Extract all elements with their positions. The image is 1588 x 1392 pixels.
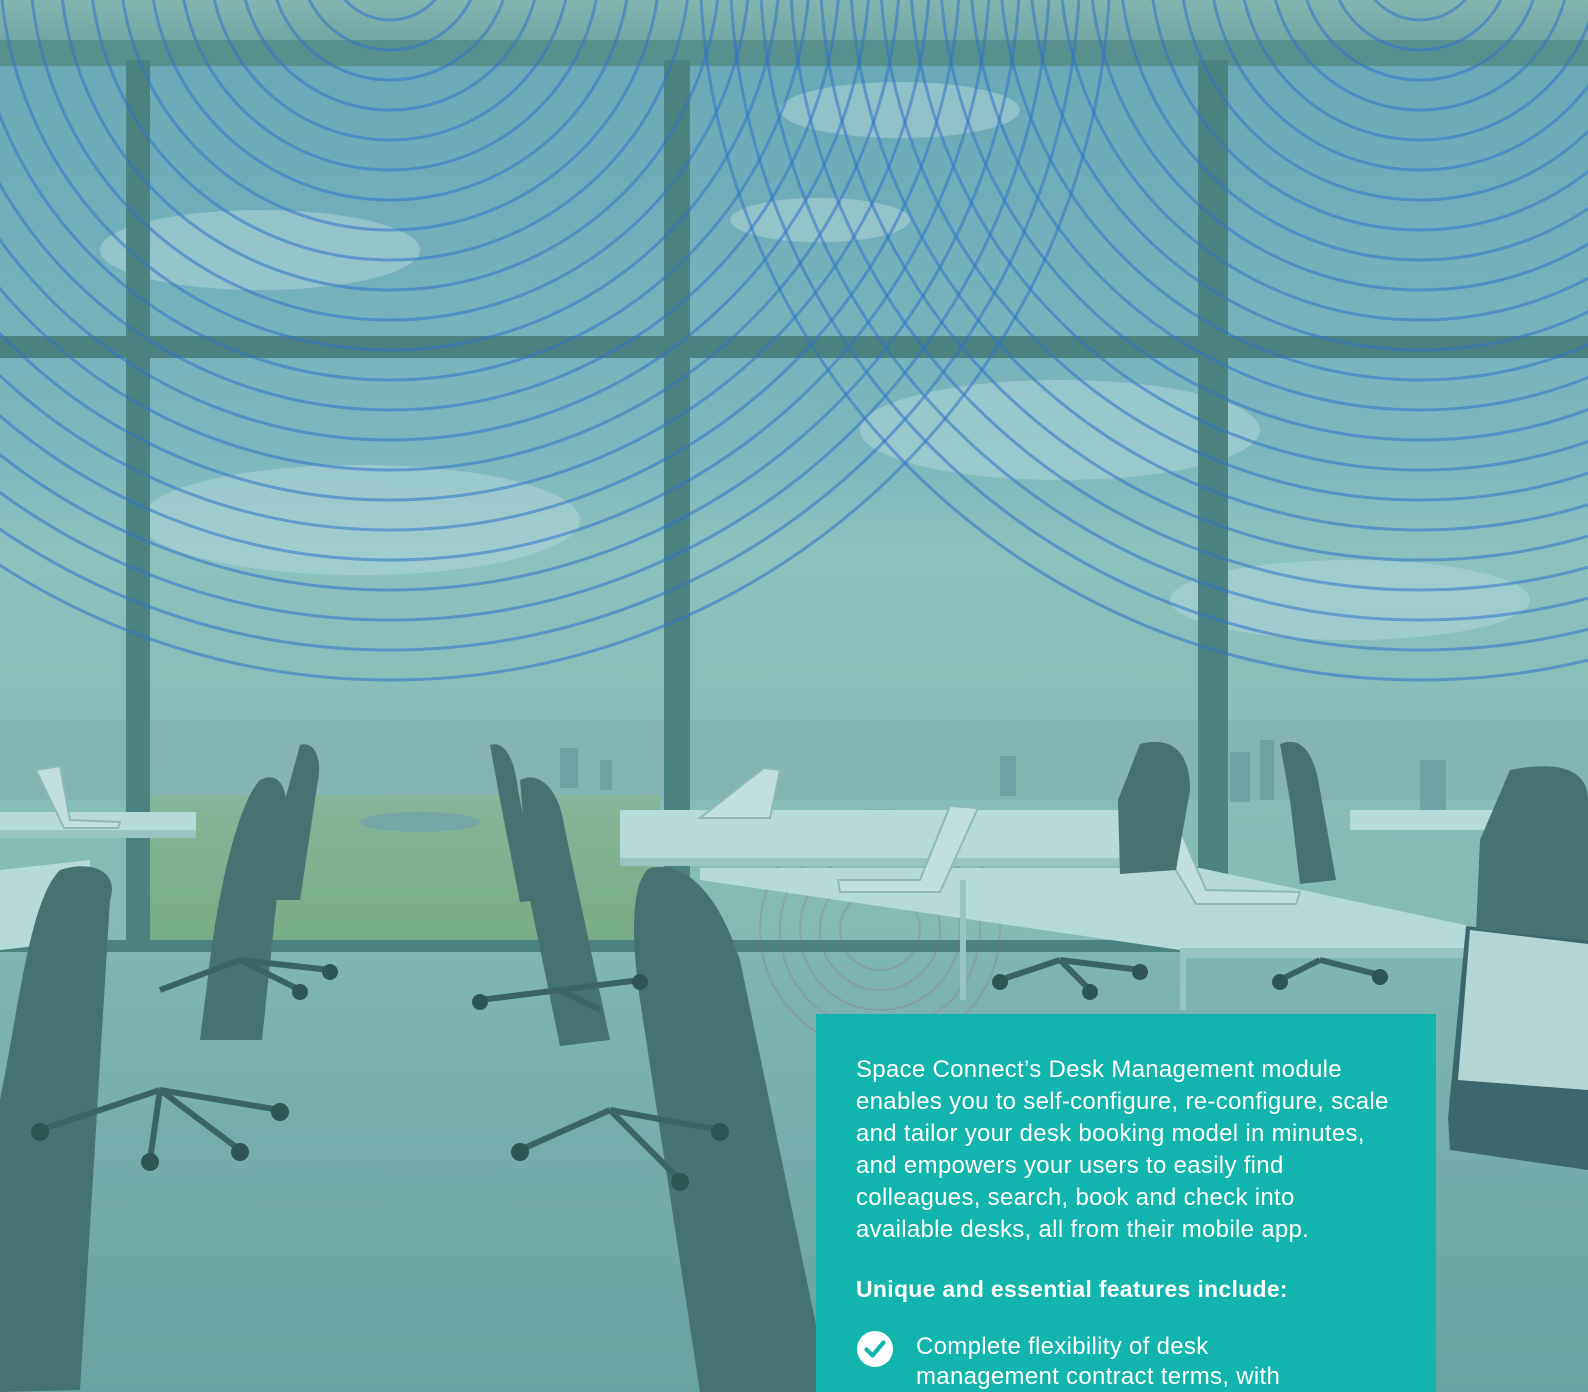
feature-text: Complete flexibility of desk management … — [916, 1333, 1281, 1390]
features-heading: Unique and essential features include: — [856, 1276, 1288, 1302]
check-circle-icon — [857, 1331, 893, 1367]
desk-management-info-panel: Space Connect’s Desk Management module e… — [816, 1014, 1436, 1392]
feature-list-item: Complete flexibility of desk management … — [856, 1331, 1396, 1392]
intro-paragraph: Space Connect’s Desk Management module e… — [856, 1056, 1389, 1243]
